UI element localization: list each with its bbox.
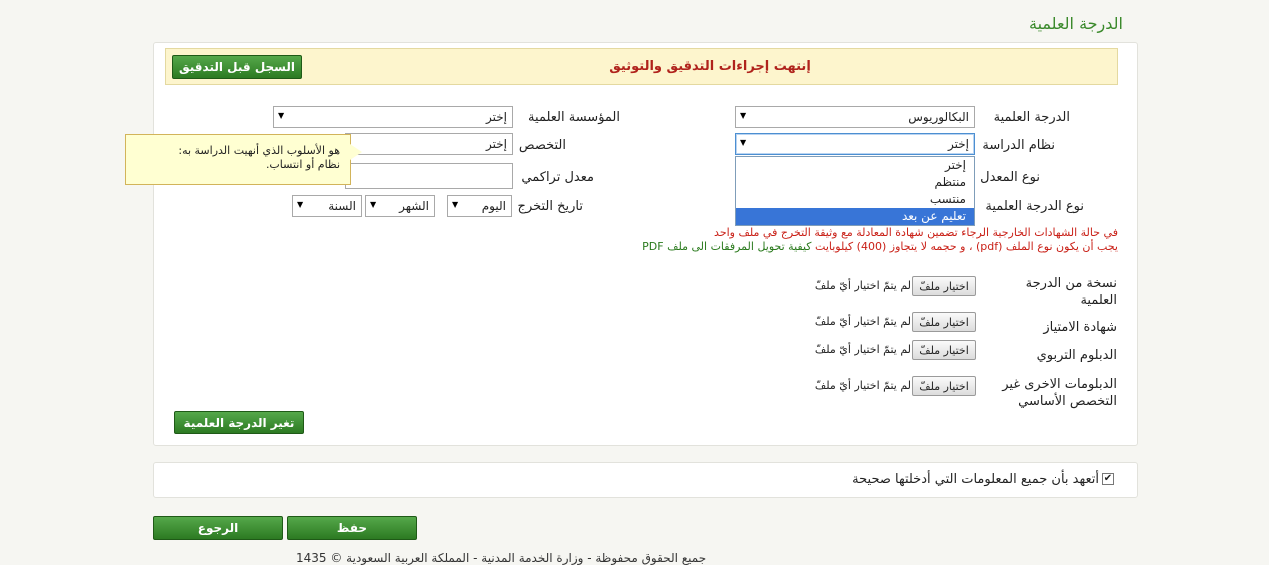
study-system-options: إختر منتظم منتسب تعليم عن بعد	[735, 156, 975, 226]
graduation-date-label: تاريخ التخرج	[517, 199, 583, 214]
study-system-select[interactable]: إختر ▼	[735, 133, 975, 155]
attachment-label-line: التخصص الأساسي	[1018, 394, 1117, 409]
tooltip-line: هو الأسلوب الذي أنهيت الدراسة به:	[178, 144, 340, 157]
specialization-select[interactable]: إختر	[345, 133, 513, 155]
chevron-down-icon: ▼	[740, 111, 747, 120]
tooltip-pointer	[350, 144, 362, 160]
graduation-day-select[interactable]: اليوم ▼	[447, 195, 512, 217]
gpa-type-label: نوع المعدل	[980, 170, 1040, 185]
change-degree-button[interactable]: تغير الدرجة العلمية	[174, 411, 304, 434]
cumulative-gpa-label: معدل تراكمي	[521, 170, 594, 185]
choose-file-button[interactable]: اختيار ملفّ	[912, 276, 976, 296]
chevron-down-icon: ▼	[297, 200, 304, 209]
specialization-label: التخصص	[518, 138, 566, 153]
study-system-label: نظام الدراسة	[982, 138, 1055, 153]
degree-select[interactable]: البكالوريوس ▼	[735, 106, 975, 128]
choose-file-button[interactable]: اختيار ملفّ	[912, 312, 976, 332]
chevron-down-icon: ▼	[370, 200, 377, 209]
status-message: إنتهت إجراءات التدقيق والتوثيق	[609, 59, 811, 74]
attachment-label-line: نسخة من الدرجة	[1025, 276, 1117, 291]
graduation-month-value: الشهر	[399, 199, 429, 213]
graduation-month-select[interactable]: الشهر ▼	[365, 195, 435, 217]
save-button[interactable]: حفظ	[287, 516, 417, 540]
no-file-text: لم يتمّ اختيار أيّ ملفّ	[814, 315, 911, 328]
tooltip-line: نظام أو انتساب.	[265, 158, 340, 171]
file-rule-text: يجب أن يكون نوع الملف (pdf) ، و حجمه لا …	[815, 240, 1118, 253]
graduation-year-value: السنة	[328, 199, 356, 213]
graduation-year-select[interactable]: السنة ▼	[292, 195, 362, 217]
no-file-text: لم يتمّ اختيار أيّ ملفّ	[814, 279, 911, 292]
pledge-text: أتعهد بأن جميع المعلومات التي أدخلتها صح…	[852, 472, 1099, 487]
no-file-text: لم يتمّ اختيار أيّ ملفّ	[814, 343, 911, 356]
study-system-option[interactable]: منتسب	[736, 191, 974, 208]
chevron-down-icon: ▼	[452, 200, 459, 209]
study-system-option[interactable]: إختر	[736, 157, 974, 174]
study-system-option-highlighted[interactable]: تعليم عن بعد	[736, 208, 974, 225]
chevron-down-icon: ▼	[278, 111, 285, 120]
degree-type-label: نوع الدرجة العلمية	[985, 199, 1084, 214]
attachment-degree-copy-label: نسخة من الدرجة العلمية	[1026, 275, 1117, 309]
degree-label: الدرجة العلمية	[993, 110, 1070, 125]
institution-select-value: إختر	[486, 110, 507, 124]
page-title: الدرجة العلمية	[1029, 14, 1123, 33]
pledge-checkbox[interactable]: ✔	[1102, 473, 1114, 485]
chevron-down-icon: ▼	[740, 138, 747, 147]
foreign-certificates-note: في حالة الشهادات الخارجية الرجاء تضمين ش…	[714, 226, 1118, 239]
cumulative-gpa-input[interactable]	[345, 163, 513, 189]
history-before-audit-button[interactable]: السجل قبل التدقيق	[172, 55, 302, 79]
degree-select-value: البكالوريوس	[908, 110, 969, 124]
study-system-option[interactable]: منتظم	[736, 174, 974, 191]
institution-label: المؤسسة العلمية	[528, 110, 620, 125]
graduation-day-value: اليوم	[481, 199, 506, 213]
no-file-text: لم يتمّ اختيار أيّ ملفّ	[814, 379, 911, 392]
choose-file-button[interactable]: اختيار ملفّ	[912, 340, 976, 360]
attachment-label-line: الدبلومات الاخرى غير	[1002, 377, 1117, 392]
back-button[interactable]: الرجوع	[153, 516, 283, 540]
attachment-education-diploma-label: الدبلوم التربوي	[1036, 348, 1117, 363]
institution-select[interactable]: إختر ▼	[273, 106, 513, 128]
attachment-excellence-label: شهادة الامتياز	[1043, 320, 1117, 335]
file-rule-note: يجب أن يكون نوع الملف (pdf) ، و حجمه لا …	[642, 240, 1118, 253]
specialization-select-value: إختر	[486, 137, 507, 151]
study-system-select-value: إختر	[948, 137, 969, 151]
attachment-other-diplomas-label: الدبلومات الاخرى غير التخصص الأساسي	[1002, 376, 1117, 410]
convert-pdf-link[interactable]: كيفية تحويل المرفقات الى ملف PDF	[642, 240, 811, 253]
attachment-label-line: العلمية	[1080, 293, 1117, 308]
study-system-tooltip: هو الأسلوب الذي أنهيت الدراسة به: نظام أ…	[125, 134, 351, 185]
choose-file-button[interactable]: اختيار ملفّ	[912, 376, 976, 396]
